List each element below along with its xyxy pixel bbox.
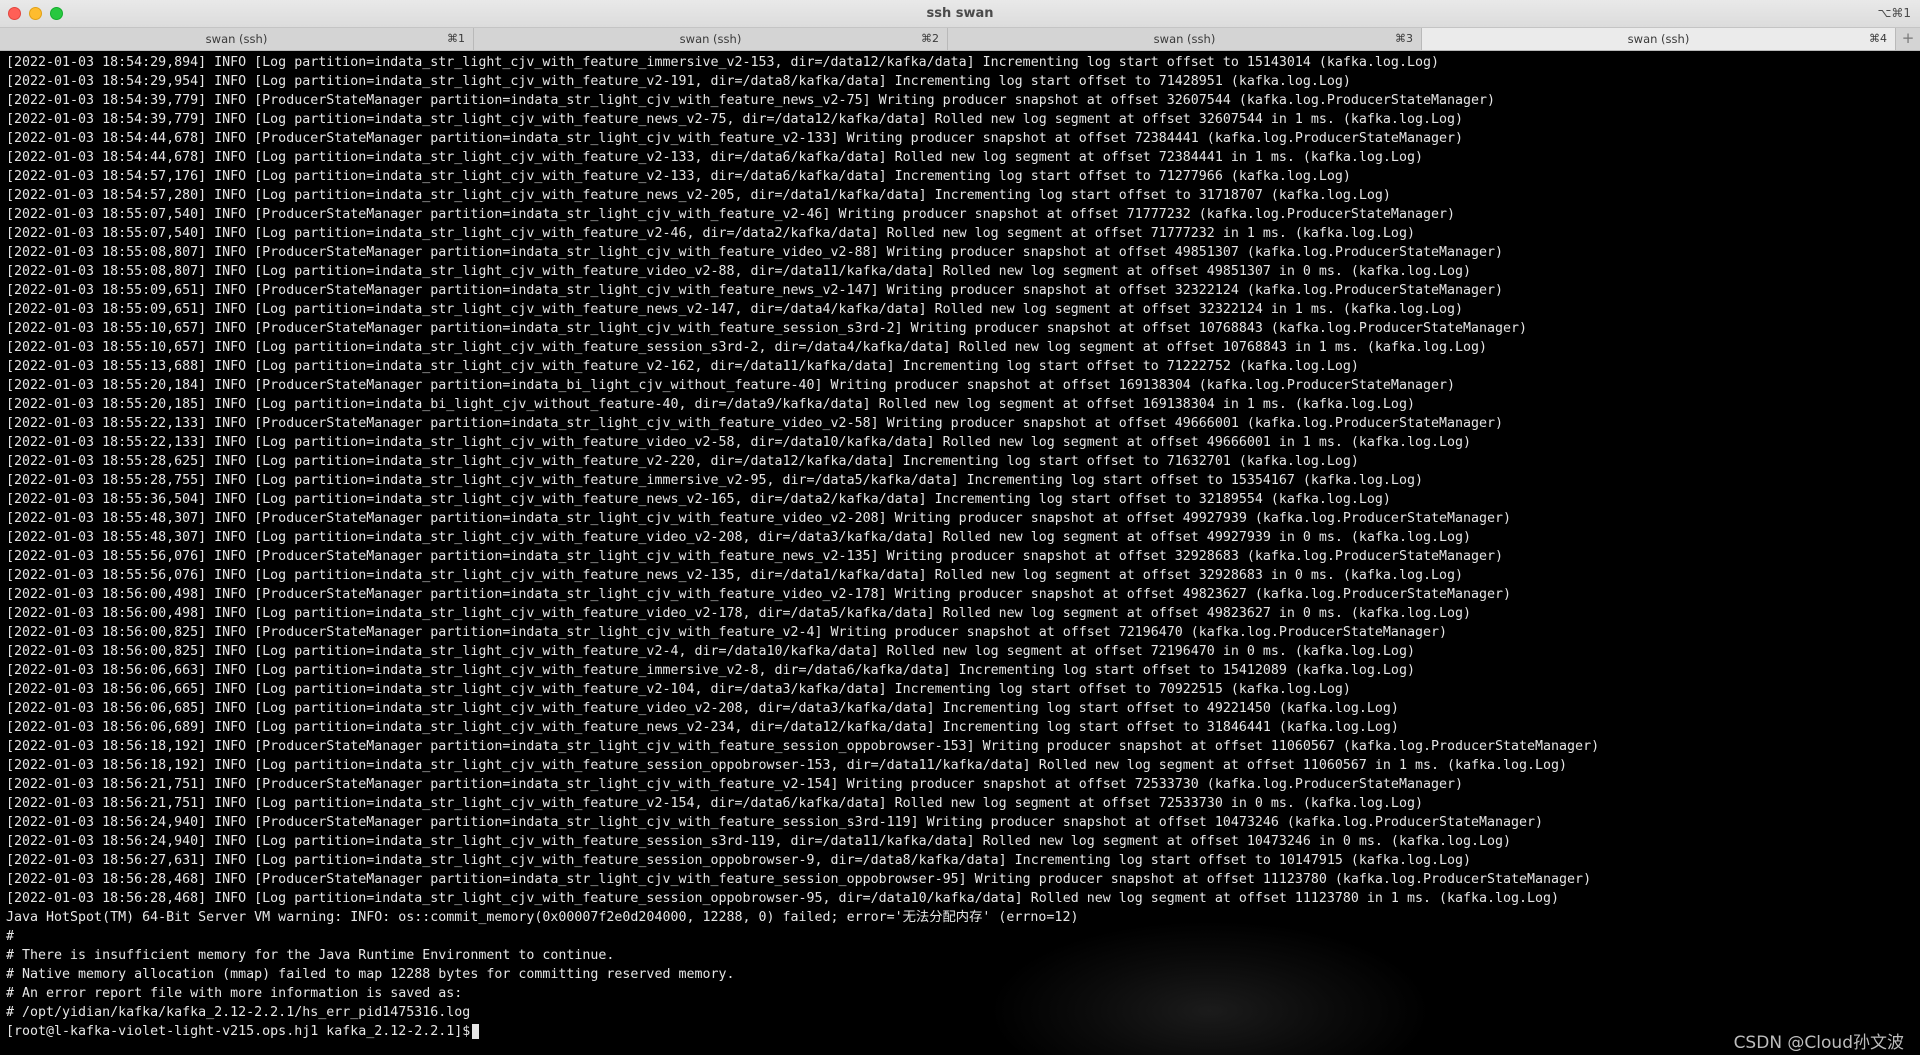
- terminal-line: [2022-01-03 18:55:09,651] INFO [Producer…: [6, 283, 1504, 298]
- tab-1[interactable]: swan (ssh) ⌘1: [0, 28, 474, 50]
- tab-label: swan (ssh): [205, 32, 268, 46]
- terminal-line: [2022-01-03 18:55:20,184] INFO [Producer…: [6, 378, 1455, 393]
- terminal-line: # Native memory allocation (mmap) failed…: [6, 967, 735, 982]
- terminal-line: [2022-01-03 18:55:07,540] INFO [Producer…: [6, 207, 1455, 222]
- terminal-line: [2022-01-03 18:55:10,657] INFO [Log part…: [6, 340, 1487, 355]
- terminal-line: [2022-01-03 18:55:09,651] INFO [Log part…: [6, 302, 1463, 317]
- terminal-line: [2022-01-03 18:54:29,954] INFO [Log part…: [6, 74, 1351, 89]
- terminal-line: [2022-01-03 18:55:36,504] INFO [Log part…: [6, 492, 1391, 507]
- terminal-line: [2022-01-03 18:56:18,192] INFO [Log part…: [6, 758, 1568, 773]
- title-bar[interactable]: ssh swan ⌥⌘1: [0, 0, 1920, 28]
- terminal-line: [2022-01-03 18:54:39,779] INFO [Producer…: [6, 93, 1496, 108]
- terminal-line: [2022-01-03 18:54:57,280] INFO [Log part…: [6, 188, 1391, 203]
- terminal-line: [2022-01-03 18:56:00,825] INFO [Producer…: [6, 625, 1447, 640]
- tab-4-active[interactable]: swan (ssh) ⌘4: [1422, 28, 1896, 50]
- tab-shortcut: ⌘1: [447, 32, 465, 45]
- terminal-line: # There is insufficient memory for the J…: [6, 948, 615, 963]
- terminal-line: [2022-01-03 18:55:08,807] INFO [Log part…: [6, 264, 1471, 279]
- terminal-line: #: [6, 929, 15, 944]
- terminal-line: [2022-01-03 18:55:07,540] INFO [Log part…: [6, 226, 1415, 241]
- terminal-line: # /opt/yidian/kafka/kafka_2.12-2.2.1/hs_…: [6, 1005, 471, 1020]
- terminal-line: [2022-01-03 18:55:28,755] INFO [Log part…: [6, 473, 1423, 488]
- terminal-line: [2022-01-03 18:55:08,807] INFO [Producer…: [6, 245, 1504, 260]
- text-cursor: [472, 1024, 480, 1039]
- terminal-line: [2022-01-03 18:55:13,688] INFO [Log part…: [6, 359, 1359, 374]
- tab-2[interactable]: swan (ssh) ⌘2: [474, 28, 948, 50]
- tab-shortcut: ⌘4: [1869, 32, 1887, 45]
- tab-label: swan (ssh): [679, 32, 742, 46]
- terminal-line: [2022-01-03 18:56:00,498] INFO [Log part…: [6, 606, 1471, 621]
- terminal-line: [2022-01-03 18:56:28,468] INFO [Log part…: [6, 891, 1560, 906]
- tab-shortcut: ⌘3: [1395, 32, 1413, 45]
- terminal-line: [2022-01-03 18:55:10,657] INFO [Producer…: [6, 321, 1528, 336]
- terminal-line: [2022-01-03 18:55:48,307] INFO [Log part…: [6, 530, 1471, 545]
- terminal-line: [2022-01-03 18:56:21,751] INFO [Log part…: [6, 796, 1423, 811]
- tab-3[interactable]: swan (ssh) ⌘3: [948, 28, 1422, 50]
- terminal-output[interactable]: [2022-01-03 18:54:29,894] INFO [Log part…: [0, 51, 1920, 1055]
- terminal-line: [2022-01-03 18:55:20,185] INFO [Log part…: [6, 397, 1415, 412]
- terminal-line: [2022-01-03 18:54:57,176] INFO [Log part…: [6, 169, 1351, 184]
- terminal-line: [2022-01-03 18:56:06,689] INFO [Log part…: [6, 720, 1399, 735]
- terminal-line: # An error report file with more informa…: [6, 986, 463, 1001]
- terminal-line: [2022-01-03 18:55:56,076] INFO [Producer…: [6, 549, 1504, 564]
- window-title: ssh swan: [926, 6, 994, 21]
- terminal-line: [2022-01-03 18:56:27,631] INFO [Log part…: [6, 853, 1471, 868]
- terminal-line: [2022-01-03 18:55:22,133] INFO [Producer…: [6, 416, 1504, 431]
- terminal-line: [2022-01-03 18:54:44,678] INFO [Log part…: [6, 150, 1423, 165]
- terminal-line: [2022-01-03 18:54:29,894] INFO [Log part…: [6, 55, 1439, 70]
- new-tab-button[interactable]: +: [1896, 28, 1920, 50]
- tab-label: swan (ssh): [1153, 32, 1216, 46]
- terminal-line: [2022-01-03 18:56:18,192] INFO [Producer…: [6, 739, 1600, 754]
- terminal-window: ssh swan ⌥⌘1 swan (ssh) ⌘1 swan (ssh) ⌘2…: [0, 0, 1920, 1055]
- tab-bar: swan (ssh) ⌘1 swan (ssh) ⌘2 swan (ssh) ⌘…: [0, 28, 1920, 51]
- terminal-line: [2022-01-03 18:56:06,665] INFO [Log part…: [6, 682, 1351, 697]
- terminal-line: [2022-01-03 18:54:44,678] INFO [Producer…: [6, 131, 1463, 146]
- terminal-line: [2022-01-03 18:55:56,076] INFO [Log part…: [6, 568, 1463, 583]
- window-shortcut: ⌥⌘1: [1877, 6, 1911, 20]
- terminal-line: [2022-01-03 18:55:48,307] INFO [Producer…: [6, 511, 1512, 526]
- terminal-line: [2022-01-03 18:56:06,685] INFO [Log part…: [6, 701, 1399, 716]
- tab-label: swan (ssh): [1627, 32, 1690, 46]
- terminal-lines: [2022-01-03 18:54:29,894] INFO [Log part…: [6, 53, 1599, 1041]
- terminal-line: [2022-01-03 18:55:28,625] INFO [Log part…: [6, 454, 1359, 469]
- terminal-line: [2022-01-03 18:56:00,498] INFO [Producer…: [6, 587, 1512, 602]
- terminal-line: [2022-01-03 18:56:21,751] INFO [Producer…: [6, 777, 1463, 792]
- shell-prompt-line[interactable]: [root@l-kafka-violet-light-v215.ops.hj1 …: [6, 1022, 1599, 1041]
- terminal-line: [2022-01-03 18:56:24,940] INFO [Log part…: [6, 834, 1512, 849]
- terminal-line: [2022-01-03 18:56:06,663] INFO [Log part…: [6, 663, 1415, 678]
- terminal-line: [2022-01-03 18:56:24,940] INFO [Producer…: [6, 815, 1544, 830]
- shell-prompt: [root@l-kafka-violet-light-v215.ops.hj1 …: [6, 1024, 471, 1039]
- terminal-line: Java HotSpot(TM) 64-Bit Server VM warnin…: [6, 910, 1079, 925]
- terminal-line: [2022-01-03 18:54:39,779] INFO [Log part…: [6, 112, 1463, 127]
- terminal-line: [2022-01-03 18:56:28,468] INFO [Producer…: [6, 872, 1592, 887]
- tab-shortcut: ⌘2: [921, 32, 939, 45]
- terminal-line: [2022-01-03 18:55:22,133] INFO [Log part…: [6, 435, 1471, 450]
- watermark: CSDN @Cloud孙文波: [1733, 1033, 1904, 1053]
- terminal-line: [2022-01-03 18:56:00,825] INFO [Log part…: [6, 644, 1415, 659]
